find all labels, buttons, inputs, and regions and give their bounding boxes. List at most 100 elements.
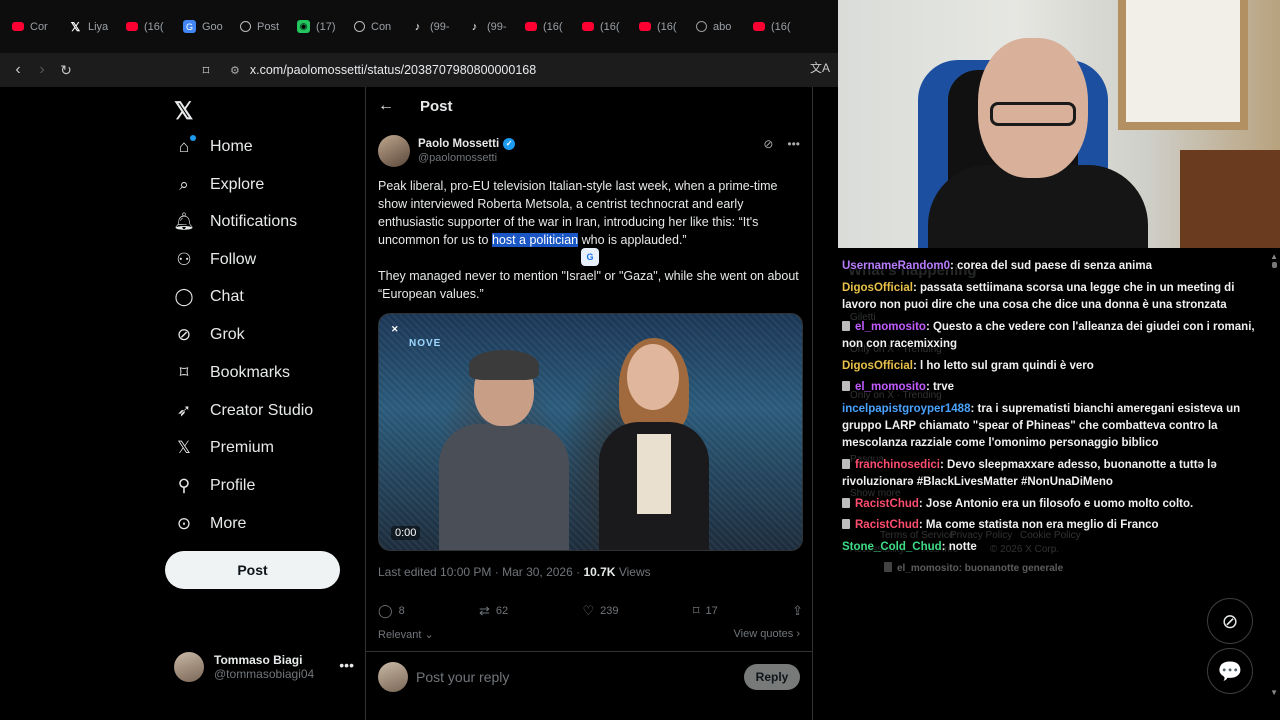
grok-icon[interactable]: ⊘ [763,137,773,151]
reply-input[interactable]: Post your reply [416,669,509,685]
forward-icon[interactable]: › [30,58,54,82]
chat-username[interactable]: Stone_Cold_Chud [842,541,942,553]
like-action[interactable]: ♡ 239 [583,603,619,619]
scrollbar-thumb[interactable] [1272,262,1277,268]
home-icon: ⌂ [174,135,196,157]
nav-item-label: Home [210,138,253,155]
user-badge-icon [842,381,850,391]
chat-username[interactable]: RacistChud [855,498,919,510]
stream-overlay: What's happening Giletti Only on X · Tren… [838,0,1280,720]
post-button[interactable]: Post [165,551,340,589]
post-detail-column: ← Post Paolo Mossetti ✓ @paolomossetti ⊘… [365,87,813,720]
youtube-icon [639,22,651,31]
nav-item-home[interactable]: ⌂ Home [174,135,253,157]
reload-icon[interactable]: ↻ [54,58,78,82]
grok-floating-button[interactable]: ⊘ [1207,598,1253,644]
nav-item-label: Bookmarks [210,364,291,381]
more-dots-icon[interactable]: ••• [787,137,800,151]
more-dots-icon[interactable]: ••• [339,657,354,673]
browser-tab[interactable]: G Goo [177,12,234,42]
share-action[interactable]: ⇪ [792,603,803,619]
reply-sort-dropdown[interactable]: Relevant ⌄ [378,628,434,641]
left-navigation: 𝕏 ⌂ Home ⌕ Explore 🔔︎ Notifications ⚇ Follow ◯ Ch… [160,87,365,720]
nav-item-notifications[interactable]: 🔔︎ Notifications [173,212,297,232]
nav-item-chat[interactable]: ◯ Chat [174,287,243,307]
grok-icon: ⊘ [1221,610,1239,633]
translate-popup-icon[interactable]: G [581,248,599,266]
nav-item-creator-studio[interactable]: ➶ Creator Studio [174,401,313,421]
browser-tab-label: (16( [600,20,620,33]
chat-floating-button[interactable]: 💬 [1207,648,1253,694]
grok-icon [240,21,251,32]
nav-item-premium[interactable]: 𝕏 Premium [174,438,274,458]
reply-action[interactable]: ◯ 8 [378,603,405,619]
browser-tab-label: (16( [657,20,677,33]
url-field[interactable]: ⚙ x.com/paolomossetti/status/20387079808… [222,57,838,83]
chat-text: : Ma come statista non era meglio di Fra… [918,519,1159,531]
browser-tab[interactable]: Cor [6,12,63,42]
channel-name: NOVE [409,338,442,349]
reply-icon: ◯ [378,603,393,618]
scroll-up-icon[interactable]: ▲ [1270,252,1278,261]
view-quotes-link[interactable]: View quotes › [734,628,800,640]
nav-item-label: Premium [210,439,275,456]
bookmark-page-icon[interactable]: ⌑ [194,59,218,83]
chat-username[interactable]: incelpapistgroyper1488 [842,403,970,415]
repost-action[interactable]: ⇄ 62 [479,603,508,619]
chat-message: UsernameRandom0: corea del sud paese di … [842,258,1266,275]
browser-tab[interactable]: ♪ (99- [405,12,462,42]
account-switcher[interactable]: Tommaso Biagi @tommasobiagi04 ••• [174,649,354,685]
browser-tab[interactable]: (16( [633,12,690,42]
author-name-row[interactable]: Paolo Mossetti ✓ [418,138,516,150]
browser-tab[interactable]: abo [690,12,747,42]
translate-icon[interactable]: 文A [810,59,830,76]
avatar [378,661,408,692]
video-player[interactable]: ✕ NOVE 0:00 [378,313,803,551]
tiktok-icon: ♪ [414,20,421,33]
browser-tab[interactable]: Con [348,12,405,42]
bookmark-action[interactable]: ⌑ 17 [693,603,718,619]
browser-tab-label: (16( [543,20,563,33]
nav-item-more[interactable]: ⊙ More [174,514,247,534]
nav-item-explore[interactable]: ⌕ Explore [174,175,264,195]
chat-username[interactable]: el_momosito [855,321,926,333]
x-logo-icon[interactable]: 𝕏 [174,97,193,126]
chat-message: el_momosito: Questo a che vedere con l'a… [842,319,1266,353]
nav-item-follow[interactable]: ⚇ Follow [174,250,256,270]
page-title: Post [420,97,453,115]
chat-username[interactable]: RacistChud [855,519,919,531]
back-icon[interactable]: ‹ [6,58,30,82]
browser-tab-label: Goo [202,20,223,33]
browser-tab[interactable]: Post [234,12,291,42]
youtube-icon [753,22,765,31]
author-handle[interactable]: @paolomossetti [418,152,515,164]
chat-username[interactable]: DigosOfficial [842,360,913,372]
reply-button[interactable]: Reply [744,664,800,690]
browser-tab[interactable]: ◉ (17) [291,12,348,42]
back-arrow-icon[interactable]: ← [378,97,394,115]
browser-tab[interactable]: (16( [747,12,804,42]
author-name[interactable]: Paolo Mossetti [418,138,499,150]
chat-username[interactable]: DigosOfficial [842,282,913,294]
site-info-icon[interactable]: ⚙ [230,64,240,77]
user-badge-icon [842,519,850,529]
browser-tab[interactable]: (16( [519,12,576,42]
user-badge-icon [842,321,850,331]
chat-username[interactable]: franchinosedici [855,459,940,471]
browser-tab[interactable]: (16( [576,12,633,42]
post-author[interactable]: Paolo Mossetti ✓ @paolomossetti [378,135,516,167]
nav-item-bookmarks[interactable]: ⌑ Bookmarks [174,363,290,383]
chat-username[interactable]: el_momosito [855,381,926,393]
browser-tab-label: Con [371,20,392,33]
browser-tab[interactable]: (16( [120,12,177,42]
browser-tab[interactable]: ♪ (99- [462,12,519,42]
nav-item-profile[interactable]: ⚲ Profile [174,476,256,496]
author-avatar[interactable] [378,135,410,167]
chat-message: RacistChud: Ma come statista non era meg… [842,517,1266,534]
nav-item-grok[interactable]: ⊘ Grok [174,325,245,345]
scroll-down-icon[interactable]: ▼ [1270,688,1278,697]
post-text: Peak liberal, pro-EU television Italian-… [378,177,803,303]
browser-tab[interactable]: 𝕏 Liya [63,12,120,42]
chat-username[interactable]: UsernameRandom0 [842,260,950,272]
search-icon: ⌕ [179,175,189,194]
